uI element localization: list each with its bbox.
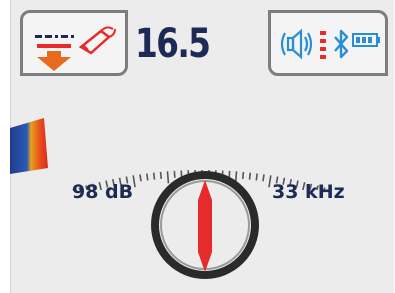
scale-tick: [262, 174, 265, 182]
depth-mode-icon: [35, 26, 116, 71]
signal-strength-readout: 98 dB: [72, 181, 134, 203]
down-arrow-icon: [37, 44, 71, 71]
locator-screen: 16.5 98 dB 33 kHz: [0, 0, 395, 293]
signal-level-fill: [10, 118, 48, 174]
scale-tick: [132, 175, 136, 188]
mode-indicator[interactable]: [20, 10, 128, 76]
depth-readout: 16.5: [135, 21, 211, 67]
compass-dial: [151, 171, 259, 279]
scale-tick: [268, 175, 272, 188]
scale-tick: [139, 174, 142, 182]
speaker-volume-icon: [280, 28, 313, 60]
battery-icon: [352, 33, 380, 47]
signal-strength-meter: [10, 118, 48, 174]
scale-tick: [146, 173, 149, 181]
dashed-line-icon: [35, 35, 74, 38]
bluetooth-icon: [334, 29, 349, 59]
signal-level-icon: [320, 31, 326, 59]
status-indicators[interactable]: [268, 10, 388, 76]
sonde-icon: [78, 26, 116, 55]
frequency-readout: 33 kHz: [272, 181, 345, 203]
